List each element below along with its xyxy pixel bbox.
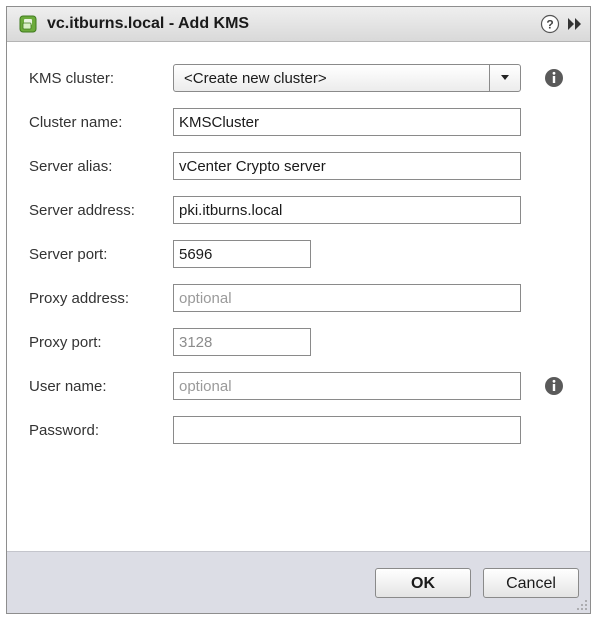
dialog-titlebar[interactable]: vc.itburns.local - Add KMS ? xyxy=(7,7,590,42)
dropdown-toggle[interactable] xyxy=(489,65,520,91)
dialog-footer: OK Cancel xyxy=(7,551,590,613)
help-icon[interactable]: ? xyxy=(540,14,560,34)
chevron-down-icon xyxy=(501,75,509,80)
cancel-button[interactable]: Cancel xyxy=(483,568,579,598)
server-port-row: Server port: xyxy=(7,240,590,270)
cluster-name-input[interactable] xyxy=(173,108,521,136)
server-address-input[interactable] xyxy=(173,196,521,224)
cluster-name-row: Cluster name: xyxy=(7,108,590,138)
proxy-port-row: Proxy port: xyxy=(7,328,590,358)
user-name-input[interactable] xyxy=(173,372,521,400)
cluster-name-label: Cluster name: xyxy=(29,114,123,131)
vcenter-app-icon xyxy=(19,15,37,33)
server-address-row: Server address: xyxy=(7,196,590,226)
user-name-row: User name: xyxy=(7,372,590,402)
server-alias-row: Server alias: xyxy=(7,152,590,182)
info-icon[interactable] xyxy=(544,68,564,88)
ok-button[interactable]: OK xyxy=(375,568,471,598)
kms-cluster-selected-value: <Create new cluster> xyxy=(184,70,327,87)
proxy-address-input[interactable] xyxy=(173,284,521,312)
user-name-label: User name: xyxy=(29,378,107,395)
proxy-port-label: Proxy port: xyxy=(29,334,102,351)
svg-text:?: ? xyxy=(546,18,553,32)
kms-cluster-row: KMS cluster: <Create new cluster> xyxy=(7,64,590,94)
kms-cluster-label: KMS cluster: xyxy=(29,70,115,87)
add-kms-dialog: vc.itburns.local - Add KMS ? KMS cluster… xyxy=(6,6,591,614)
kms-cluster-select[interactable]: <Create new cluster> xyxy=(173,64,521,92)
proxy-port-input[interactable] xyxy=(173,328,311,356)
proxy-address-row: Proxy address: xyxy=(7,284,590,314)
info-icon[interactable] xyxy=(544,376,564,396)
server-address-label: Server address: xyxy=(29,202,135,219)
double-chevron-right-icon[interactable] xyxy=(566,16,584,32)
server-alias-label: Server alias: xyxy=(29,158,113,175)
server-alias-input[interactable] xyxy=(173,152,521,180)
resize-grip-icon[interactable] xyxy=(576,599,588,611)
password-input[interactable] xyxy=(173,416,521,444)
server-port-label: Server port: xyxy=(29,246,108,263)
proxy-address-label: Proxy address: xyxy=(29,290,130,307)
server-port-input[interactable] xyxy=(173,240,311,268)
password-label: Password: xyxy=(29,422,100,439)
dialog-title: vc.itburns.local - Add KMS xyxy=(47,15,250,32)
password-row: Password: xyxy=(7,416,590,446)
